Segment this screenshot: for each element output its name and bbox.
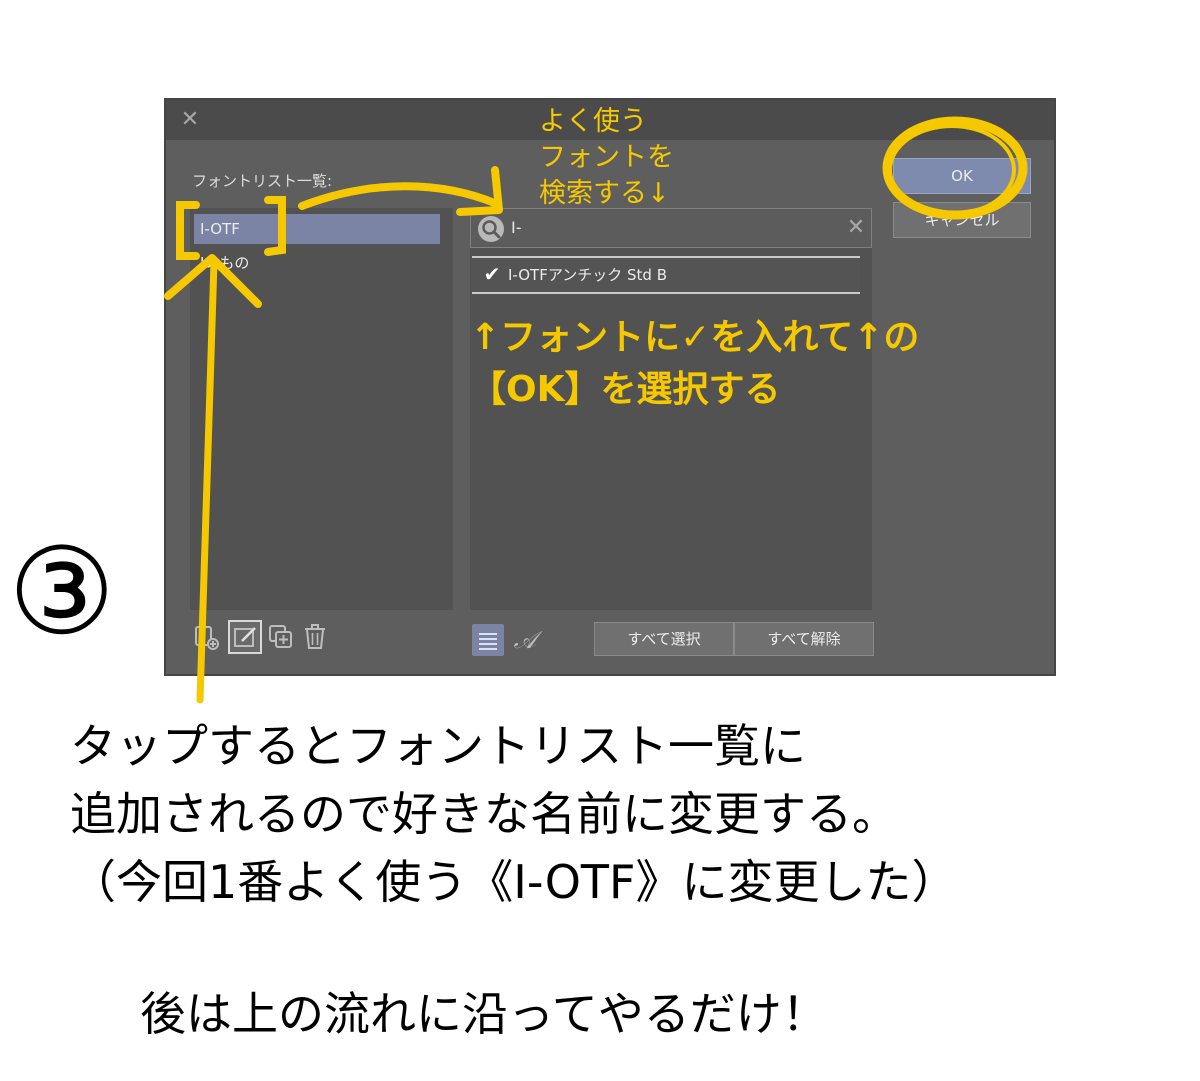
check-annotation: ↑フォントに✓を入れて↑の 【OK】を選択する	[470, 312, 1110, 416]
font-result-row[interactable]: ✔ I-OTFアンチック Std B	[472, 256, 860, 294]
edit-icon[interactable]	[228, 620, 262, 654]
annotation-line: 【OK】を選択する	[470, 369, 781, 410]
select-all-button[interactable]: すべて選択	[594, 622, 734, 656]
new-list-icon[interactable]	[192, 622, 222, 652]
annotation-line: ↑フォントに✓を入れて↑の	[470, 317, 920, 358]
font-list-item-2[interactable]: Iのもの	[194, 248, 440, 278]
annotation-line: 検索する↓	[539, 178, 670, 209]
font-list-item-label: Iのもの	[200, 254, 250, 272]
explanation-line: 追加されるので好きな名前に変更する。	[70, 787, 898, 841]
explanation-text: タップするとフォントリスト一覧に 追加されるので好きな名前に変更する。 （今回1…	[70, 712, 957, 916]
list-view-icon[interactable]	[472, 624, 504, 656]
search-box: ✕	[470, 208, 872, 248]
explanation-line: タップするとフォントリスト一覧に	[70, 719, 806, 773]
annotation-line: フォントを	[539, 142, 674, 173]
explanation-line: （今回1番よく使う《I-OTF》に変更した）	[70, 855, 958, 909]
trash-icon[interactable]	[300, 622, 330, 652]
close-icon[interactable]: ✕	[178, 108, 202, 132]
ok-button[interactable]: OK	[893, 158, 1031, 194]
step-number: ③	[8, 523, 116, 662]
font-result-name: I-OTFアンチック Std B	[508, 266, 668, 284]
font-list-item-label: I-OTF	[200, 220, 240, 238]
search-annotation: よく使う フォントを 検索する↓	[539, 104, 739, 212]
font-list-item-i-otf[interactable]: I-OTF	[194, 214, 440, 244]
annotation-line: よく使う	[539, 106, 647, 137]
deselect-all-button[interactable]: すべて解除	[734, 622, 874, 656]
search-icon	[478, 216, 504, 242]
closing-text: 後は上の流れに沿ってやるだけ！	[140, 987, 828, 1041]
font-preview-icon[interactable]: 𝒜	[510, 624, 540, 656]
duplicate-icon[interactable]	[266, 622, 296, 652]
clear-icon[interactable]: ✕	[845, 217, 867, 239]
font-list-title: フォントリスト一覧:	[192, 172, 333, 190]
cancel-button[interactable]: キャンセル	[893, 202, 1031, 238]
check-icon[interactable]: ✔	[480, 262, 504, 286]
search-input[interactable]	[511, 209, 811, 247]
list-lines-icon	[479, 633, 497, 650]
font-list-panel: I-OTF Iのもの	[190, 208, 453, 610]
